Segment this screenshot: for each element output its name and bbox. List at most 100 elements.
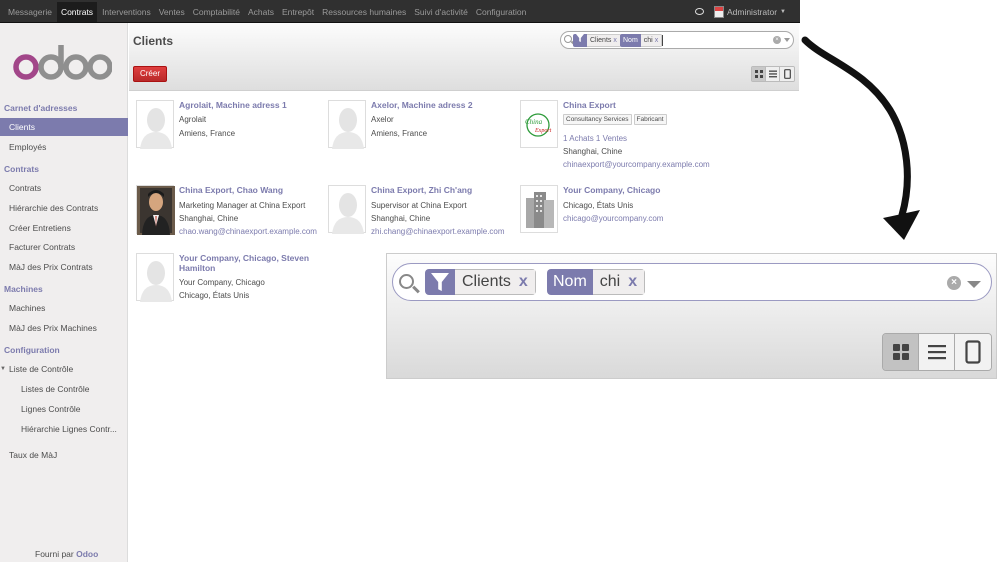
sidebar-item-maj-prix-contrats[interactable]: MàJ des Prix Contrats <box>9 262 93 272</box>
card-name[interactable]: Axelor, Machine adress 2 <box>371 100 511 110</box>
sidebar-item-taux-maj[interactable]: Taux de MàJ <box>9 450 57 460</box>
user-menu[interactable]: Administrator ▼ <box>694 0 786 23</box>
topnav-suivi-activite[interactable]: Suivi d'activité <box>414 7 468 17</box>
list-view-icon[interactable] <box>766 67 780 81</box>
filter-icon <box>425 269 455 295</box>
sidebar-item-machines[interactable]: Machines <box>9 303 45 313</box>
topnav-entrepot[interactable]: Entrepôt <box>282 7 314 17</box>
zoomed-facet-filter-content: Clients x <box>455 269 536 295</box>
zoomed-search-bar[interactable]: Clients x Nom chi x × <box>392 263 992 301</box>
sidebar-item-hierarchie-contrats[interactable]: Hiérarchie des Contrats <box>9 203 98 213</box>
card-name[interactable]: China Export, Chao Wang <box>179 185 319 195</box>
top-navbar: Messagerie Contrats Interventions Ventes… <box>0 0 800 23</box>
card-line: Shanghai, Chine <box>179 214 239 223</box>
search-dropdown-icon[interactable] <box>967 281 981 288</box>
card-name[interactable]: China Export, Zhi Ch'ang <box>371 185 511 195</box>
topnav-ventes[interactable]: Ventes <box>159 7 185 17</box>
kanban-card[interactable]: China Export, Chao Wang Marketing Manage… <box>136 185 322 249</box>
text-cursor <box>662 35 663 46</box>
facet-remove-icon[interactable]: x <box>519 273 528 290</box>
facet-remove-icon[interactable]: x <box>655 37 659 44</box>
sidebar-item-creer-entretiens[interactable]: Créer Entretiens <box>9 223 71 233</box>
topnav-messagerie[interactable]: Messagerie <box>8 7 52 17</box>
sidebar-item-maj-prix-machines[interactable]: MàJ des Prix Machines <box>9 323 97 333</box>
search-icon <box>399 274 414 289</box>
buildings-image <box>520 185 558 233</box>
topnav-configuration[interactable]: Configuration <box>476 7 527 17</box>
logo-text-china: China <box>525 118 543 126</box>
kanban-card[interactable]: China Export, Zhi Ch'ang Supervisor at C… <box>328 185 514 249</box>
kanban-card[interactable]: China Export China Export Consultancy Se… <box>520 100 710 172</box>
sidebar-item-liste-controle[interactable]: Liste de Contrôle <box>9 364 73 374</box>
sidebar-item-employes[interactable]: Employés <box>9 142 46 152</box>
powered-by: Fourni par Odoo <box>35 549 98 559</box>
sidebar-item-contrats[interactable]: Contrats <box>9 183 41 193</box>
zoomed-search-inset: Clients x Nom chi x × <box>386 253 997 379</box>
sidebar-item-listes-controle[interactable]: Listes de Contrôle <box>21 384 90 394</box>
facet-name-category: Nom <box>620 34 641 47</box>
callout-arrow <box>801 36 920 240</box>
topnav-contrats[interactable]: Contrats <box>56 1 98 22</box>
clear-search-icon[interactable]: × <box>773 36 781 44</box>
card-email-link[interactable]: chao.wang@chinaexport.example.com <box>179 227 317 236</box>
card-tags: Consultancy Services Fabricant <box>563 114 669 125</box>
card-email-link[interactable]: chicago@yourcompany.com <box>563 214 663 223</box>
user-name[interactable]: Administrator <box>727 7 777 17</box>
topnav-interventions[interactable]: Interventions <box>102 7 151 17</box>
chat-icon[interactable] <box>694 8 704 15</box>
topnav-ressources-humaines[interactable]: Ressources humaines <box>322 7 406 17</box>
contact-placeholder-image <box>328 100 366 149</box>
card-line: Your Company, Chicago <box>179 278 265 287</box>
tree-expanded-icon[interactable]: ▼ <box>0 366 6 372</box>
card-email-link[interactable]: zhi.chang@chinaexport.example.com <box>371 227 505 236</box>
facet-name-value: chi <box>643 37 653 44</box>
view-header: Clients Créer Clients x Nom chi x × <box>129 23 799 91</box>
search-bar[interactable]: Clients x Nom chi x × <box>560 31 794 49</box>
avatar <box>713 5 724 18</box>
sidebar-item-hierarchie-lignes[interactable]: Hiérarchie Lignes Contr... <box>21 424 117 434</box>
card-line: Chicago, États Unis <box>563 201 634 210</box>
facet-filter-content: Clients x <box>587 34 621 47</box>
page-title: Clients <box>133 34 174 48</box>
powered-prefix: Fourni par <box>35 549 74 559</box>
card-line: Chicago, États Unis <box>179 291 250 300</box>
facet-remove-icon[interactable]: x <box>628 273 637 290</box>
top-menu: Messagerie Contrats Interventions Ventes… <box>8 0 534 23</box>
view-switcher <box>751 66 795 82</box>
facet-filter-value: Clients <box>590 37 612 44</box>
section-configuration: Configuration <box>4 345 60 355</box>
card-name[interactable]: Your Company, Chicago, Steven Hamilton <box>179 253 319 273</box>
card-line: Axelor <box>371 115 394 124</box>
section-carnet-adresses: Carnet d'adresses <box>4 103 78 113</box>
tag-badge: Consultancy Services <box>563 114 632 125</box>
card-line: Amiens, France <box>179 129 236 138</box>
sidebar-item-clients[interactable]: Clients <box>0 118 128 136</box>
card-name[interactable]: Your Company, Chicago <box>563 185 703 195</box>
kanban-card[interactable]: Your Company, Chicago, Steven Hamilton Y… <box>136 253 322 317</box>
topnav-comptabilite[interactable]: Comptabilité <box>193 7 240 17</box>
card-line: Agrolait <box>179 115 207 124</box>
kanban-card[interactable]: Agrolait, Machine adress 1 Agrolait Amie… <box>136 100 322 164</box>
card-name[interactable]: China Export <box>563 100 703 110</box>
contact-placeholder-image <box>136 100 174 149</box>
list-view-icon[interactable] <box>919 334 955 370</box>
kanban-view-icon[interactable] <box>883 334 919 370</box>
card-stats-link[interactable]: 1 Achats 1 Ventes <box>563 134 627 143</box>
create-button[interactable]: Créer <box>133 66 167 82</box>
zoomed-view-switcher <box>882 333 992 371</box>
card-email-link[interactable]: chinaexport@yourcompany.example.com <box>563 160 710 169</box>
sidebar-item-facturer-contrats[interactable]: Facturer Contrats <box>9 242 75 252</box>
kanban-card[interactable]: Your Company, Chicago Chicago, États Uni… <box>520 185 706 249</box>
sidebar-item-lignes-controle[interactable]: Lignes Contrôle <box>21 404 81 414</box>
odoo-logo[interactable] <box>12 37 112 87</box>
card-name[interactable]: Agrolait, Machine adress 1 <box>179 100 319 110</box>
facet-name-category: Nom <box>547 269 593 295</box>
form-view-icon[interactable] <box>955 334 991 370</box>
topnav-achats[interactable]: Achats <box>248 7 274 17</box>
powered-brand-link[interactable]: Odoo <box>76 549 98 559</box>
clear-search-icon[interactable]: × <box>947 276 961 290</box>
facet-remove-icon[interactable]: x <box>613 37 617 44</box>
zoomed-facet-name-content: chi x <box>592 269 646 295</box>
kanban-view-icon[interactable] <box>752 67 766 81</box>
kanban-card[interactable]: Axelor, Machine adress 2 Axelor Amiens, … <box>328 100 514 164</box>
